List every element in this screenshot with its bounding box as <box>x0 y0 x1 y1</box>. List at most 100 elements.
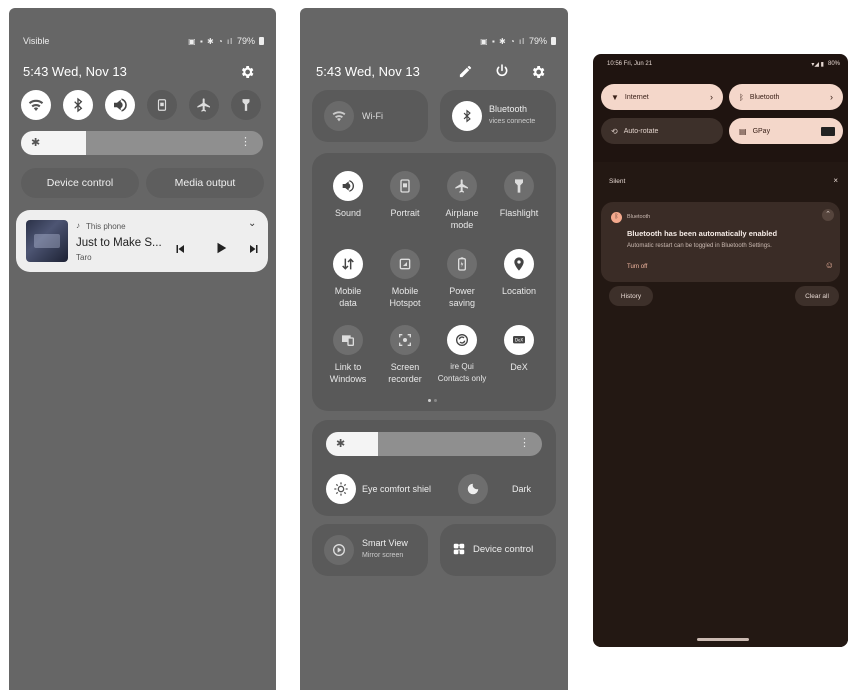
dark-mode-label[interactable]: Dark <box>512 484 531 494</box>
wifi-toggle[interactable] <box>21 90 51 120</box>
flashlight-icon <box>504 171 534 201</box>
airplane-icon <box>447 171 477 201</box>
internet-tile[interactable]: ▼ Internet › <box>601 84 723 110</box>
smart-view-tile[interactable]: Smart View Mirror screen <box>312 524 428 576</box>
bluetooth-icon: ᛒ <box>739 92 744 102</box>
gpay-tile[interactable]: ▤ GPay <box>729 118 843 144</box>
notification-area: Silent × ᛒ Bluetooth ⌃ Bluetooth has bee… <box>593 162 848 647</box>
qs-tile-mobile-data[interactable]: Mobile data <box>320 249 376 309</box>
brightness-slider[interactable]: ✱ ⋮ <box>326 432 542 456</box>
settings-gear-icon[interactable] <box>530 64 546 80</box>
qs-tile-label: ire Qui Contacts only <box>437 362 487 383</box>
skip-next-icon[interactable] <box>248 243 260 255</box>
qs-tile-label: Power saving <box>448 286 475 308</box>
media-player-card[interactable]: ♪ This phone ⌄ Just to Make S... Taro <box>16 210 268 272</box>
flashlight-toggle[interactable] <box>231 90 261 120</box>
qs-tile-sound[interactable]: Sound <box>320 171 376 219</box>
wifi-tile[interactable]: Wi-Fi <box>312 90 428 142</box>
mobile-data-icon <box>333 249 363 279</box>
airplane-icon <box>197 98 210 112</box>
qs-tile-location[interactable]: Location <box>491 249 547 297</box>
sound-toggle[interactable] <box>105 90 135 120</box>
home-indicator[interactable] <box>697 638 749 641</box>
card-icon <box>821 127 835 136</box>
battery-percent: 79% <box>528 36 547 46</box>
portrait-icon <box>157 99 167 111</box>
settings-gear-icon[interactable] <box>239 64 255 80</box>
bluetooth-label: Bluetooth <box>489 104 528 114</box>
media-title: Just to Make S... <box>76 237 162 249</box>
sun-icon: ✱ <box>336 438 346 450</box>
expand-chevron-icon[interactable]: ⌃ <box>822 209 834 221</box>
internet-label: Internet <box>624 93 649 101</box>
dark-mode-moon-icon[interactable] <box>458 474 488 504</box>
more-vert-icon[interactable]: ⋮ <box>240 135 251 148</box>
qs-tile-link-windows[interactable]: Link to Windows <box>320 325 376 385</box>
bluetooth-tile[interactable]: Bluetooth vices connecte <box>440 90 556 142</box>
qs-tile-label: Mobile data <box>334 286 362 308</box>
edit-pencil-icon[interactable] <box>458 64 473 79</box>
qs-tile-label: Sound <box>334 208 362 218</box>
bluetooth-icon <box>452 101 482 131</box>
auto-rotate-tile[interactable]: ⟲ Auto-rotate <box>601 118 723 144</box>
battery-percent: 79% <box>236 36 255 46</box>
clock-date: 5:43 Wed, Nov 13 <box>316 64 420 79</box>
gpay-label: GPay <box>752 127 771 135</box>
qs-tile-flashlight[interactable]: Flashlight <box>491 171 547 219</box>
chevron-down-icon[interactable]: ⌄ <box>248 218 256 229</box>
eye-comfort-label[interactable]: Eye comfort shiel <box>362 484 431 494</box>
bluetooth-label: Bluetooth <box>749 93 780 101</box>
qs-tile-screen-recorder[interactable]: Screen recorder <box>377 325 433 385</box>
link-windows-icon <box>333 325 363 355</box>
portrait-toggle[interactable] <box>147 90 177 120</box>
clear-all-button[interactable]: Clear all <box>795 286 839 306</box>
svg-text:DeX: DeX <box>515 337 524 342</box>
bluetooth-sublabel: vices connecte <box>489 118 536 125</box>
bluetooth-toggle[interactable] <box>63 90 93 120</box>
device-control-tile[interactable]: ⁘ Device control <box>440 524 556 576</box>
clock-date: 5:43 Wed, Nov 13 <box>23 64 127 79</box>
skip-previous-icon[interactable] <box>174 243 186 255</box>
qs-tile-hotspot[interactable]: Mobile Hotspot <box>377 249 433 309</box>
notification-card[interactable]: ᛒ Bluetooth ⌃ Bluetooth has been automat… <box>601 202 840 282</box>
notification-app-name: Bluetooth <box>627 214 651 220</box>
auto-rotate-label: Auto-rotate <box>623 127 659 135</box>
power-icon[interactable] <box>494 63 510 79</box>
qs-tile-quick-share[interactable]: ire Qui Contacts only <box>434 325 490 385</box>
qs-tile-portrait[interactable]: Portrait <box>377 171 433 219</box>
album-art <box>26 220 68 262</box>
brightness-slider[interactable]: ✱ ⋮ <box>21 131 263 155</box>
screen-recorder-icon <box>390 325 420 355</box>
page-indicator <box>428 399 437 402</box>
qs-tile-label: Link to Windows <box>329 362 367 384</box>
qs-tile-airplane[interactable]: Airplane mode <box>434 171 490 231</box>
history-button[interactable]: History <box>609 286 653 306</box>
chevron-right-icon: › <box>830 92 833 102</box>
qs-tile-label: Airplane mode <box>445 208 479 230</box>
qs-tile-label: DeX <box>510 362 528 372</box>
device-control-label: Device control <box>473 544 534 555</box>
more-vert-icon[interactable]: ⋮ <box>519 436 530 449</box>
smart-view-icon <box>324 535 354 565</box>
qs-tile-label: Screen recorder <box>388 362 422 384</box>
status-time-date: 10:56 Fri, Jun 21 <box>607 61 653 67</box>
wallet-icon: ▤ <box>739 126 747 136</box>
media-source: This phone <box>86 222 126 231</box>
play-icon[interactable] <box>214 241 228 255</box>
device-control-button[interactable]: Device control <box>21 168 139 198</box>
wifi-icon: ▼ <box>611 92 619 102</box>
media-output-button[interactable]: Media output <box>146 168 264 198</box>
bluetooth-tile[interactable]: ᛒ Bluetooth › <box>729 84 843 110</box>
turn-off-action[interactable]: Turn off <box>627 264 647 270</box>
smart-view-sublabel: Mirror screen <box>362 552 404 559</box>
notification-body: Automatic restart can be toggled in Blue… <box>627 243 772 249</box>
close-icon[interactable]: × <box>833 176 838 185</box>
battery-icon <box>259 37 264 45</box>
qs-tile-dex[interactable]: DeX DeX <box>491 325 547 373</box>
qs-tile-power-saving[interactable]: Power saving <box>434 249 490 309</box>
battery-percent: 80% <box>827 61 840 67</box>
dex-icon: DeX <box>504 325 534 355</box>
hotspot-icon <box>390 249 420 279</box>
eye-comfort-icon[interactable] <box>326 474 356 504</box>
airplane-toggle[interactable] <box>189 90 219 120</box>
